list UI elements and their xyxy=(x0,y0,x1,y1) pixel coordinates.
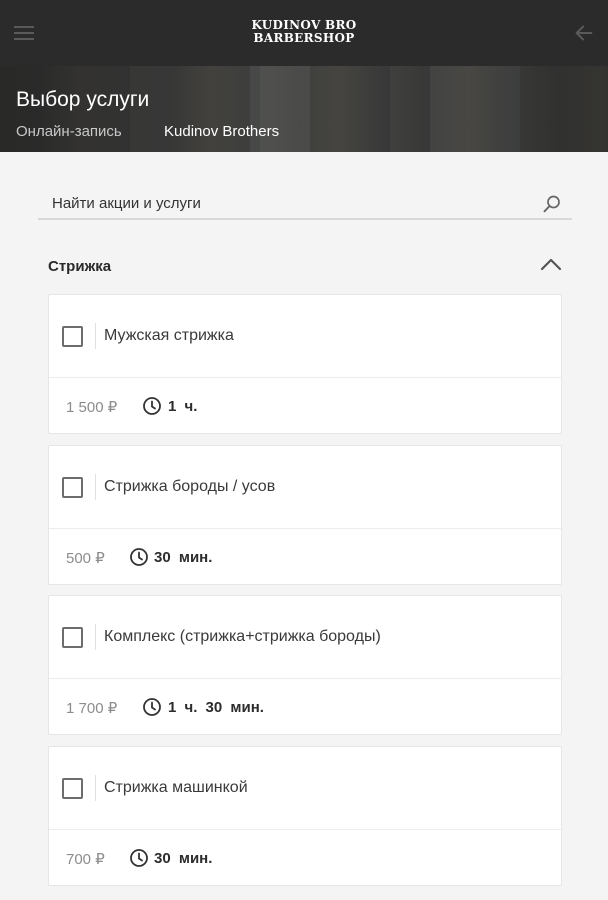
service-name: Стрижка машинкой xyxy=(104,779,248,796)
divider xyxy=(95,474,96,500)
service-name: Комплекс (стрижка+стрижка бороды) xyxy=(104,628,381,645)
service-card-header: Стрижка машинкой xyxy=(49,747,561,830)
service-checkbox[interactable] xyxy=(62,778,83,799)
hero-banner: Выбор услуги Онлайн-запись Kudinov Broth… xyxy=(0,66,608,152)
service-price: 1 700 ₽ xyxy=(66,700,118,717)
service-card-header: Стрижка бороды / усов xyxy=(49,446,561,529)
divider xyxy=(95,624,96,650)
service-name: Мужская стрижка xyxy=(104,327,234,344)
service-name: Стрижка бороды / усов xyxy=(104,478,276,495)
search-input[interactable] xyxy=(52,195,522,212)
search-icon[interactable] xyxy=(542,194,562,214)
location-name: Kudinov Brothers xyxy=(164,123,280,140)
service-card[interactable]: Стрижка машинкой 700 ₽ 30 мин. xyxy=(48,746,562,886)
breadcrumb-step: Онлайн-запись xyxy=(16,123,122,140)
service-duration: 30 мин. xyxy=(154,549,213,566)
service-card[interactable]: Мужская стрижка 1 500 ₽ 1 ч. xyxy=(48,294,562,434)
service-card[interactable]: Комплекс (стрижка+стрижка бороды) 1 700 … xyxy=(48,595,562,735)
category-title: Стрижка xyxy=(48,258,112,275)
service-duration: 30 мин. xyxy=(154,850,213,867)
divider xyxy=(95,775,96,801)
service-checkbox[interactable] xyxy=(62,326,83,347)
service-duration: 1 ч. 30 мин. xyxy=(168,699,264,716)
chevron-up-icon[interactable] xyxy=(538,254,564,274)
logo-line-2: BARBERSHOP xyxy=(253,31,355,45)
service-price: 500 ₽ xyxy=(66,550,105,567)
service-card[interactable]: Стрижка бороды / усов 500 ₽ 30 мин. xyxy=(48,445,562,585)
brand-logo[interactable]: KUDINOV BRO BARBERSHOP xyxy=(0,19,608,45)
clock-icon xyxy=(143,698,161,716)
service-card-header: Комплекс (стрижка+стрижка бороды) xyxy=(49,596,561,679)
service-price: 700 ₽ xyxy=(66,851,105,868)
divider xyxy=(95,323,96,349)
clock-icon xyxy=(143,397,161,415)
service-card-header: Мужская стрижка xyxy=(49,295,561,378)
search-bar xyxy=(38,188,572,220)
clock-icon xyxy=(130,849,148,867)
service-checkbox[interactable] xyxy=(62,627,83,648)
service-checkbox[interactable] xyxy=(62,477,83,498)
service-price: 1 500 ₽ xyxy=(66,399,118,416)
clock-icon xyxy=(130,548,148,566)
arrow-left-icon[interactable] xyxy=(572,22,596,44)
app-header: KUDINOV BRO BARBERSHOP xyxy=(0,0,608,66)
service-duration: 1 ч. xyxy=(168,398,198,415)
page-title: Выбор услуги xyxy=(16,88,150,111)
